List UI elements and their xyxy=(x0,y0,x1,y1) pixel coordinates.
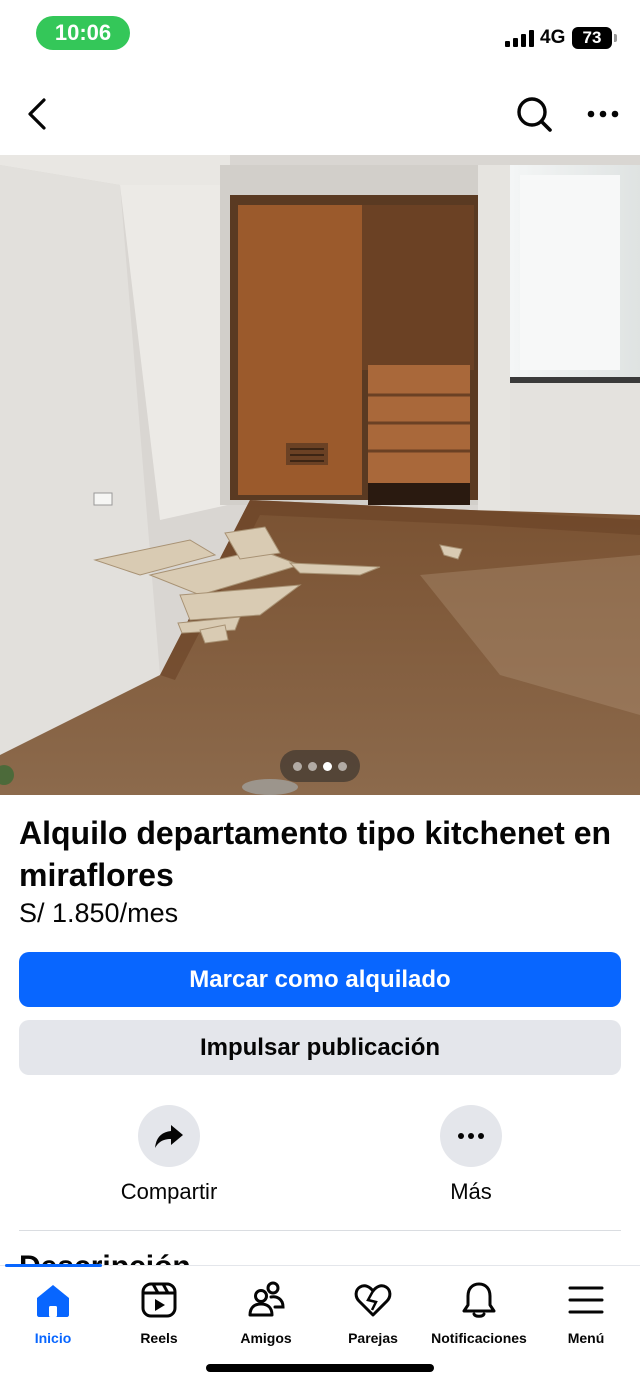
more-icon xyxy=(458,1133,484,1139)
share-button[interactable] xyxy=(138,1105,200,1167)
more-label: Más xyxy=(450,1179,492,1204)
tab-menu-label: Menú xyxy=(567,1330,605,1346)
more-button[interactable] xyxy=(440,1105,502,1167)
friends-icon xyxy=(248,1281,285,1317)
active-tab-indicator xyxy=(5,1264,102,1267)
boost-listing-button[interactable]: Impulsar publicación xyxy=(19,1020,621,1075)
battery-level: 73 xyxy=(582,28,602,47)
tab-dating[interactable]: Parejas xyxy=(320,1280,426,1346)
share-action[interactable]: Compartir xyxy=(89,1105,249,1205)
tab-dating-label: Parejas xyxy=(348,1330,398,1346)
share-icon xyxy=(155,1125,183,1148)
section-divider xyxy=(19,1230,621,1231)
home-indicator[interactable] xyxy=(206,1364,434,1372)
tab-menu[interactable]: Menú xyxy=(533,1280,639,1346)
share-label: Compartir xyxy=(120,1179,218,1204)
tab-notifications[interactable]: Notificaciones xyxy=(426,1280,532,1346)
pager-dot xyxy=(308,761,317,771)
photo-pager-dots[interactable] xyxy=(280,750,360,782)
mark-as-rented-button[interactable]: Marcar como alquilado xyxy=(19,952,621,1007)
menu-icon xyxy=(568,1286,604,1314)
tab-home[interactable]: Inicio xyxy=(0,1280,106,1346)
nav-bar xyxy=(0,80,640,150)
pager-dot xyxy=(338,761,347,771)
more-options-icon[interactable] xyxy=(584,100,622,128)
listing-title: Alquilo departamento tipo kitchenet en m… xyxy=(19,815,612,893)
status-time: 10:06 xyxy=(36,16,130,50)
tab-home-label: Inicio xyxy=(34,1330,72,1346)
bell-icon xyxy=(462,1282,496,1318)
tab-friends-label: Amigos xyxy=(240,1330,292,1346)
pager-dot-active xyxy=(323,761,332,771)
network-type: 4G xyxy=(540,27,566,48)
room-photo-illustration xyxy=(0,155,640,795)
battery-icon: 73 xyxy=(572,27,617,49)
tab-reels-label: Reels xyxy=(140,1330,178,1346)
pager-dot xyxy=(293,761,302,771)
tab-notifications-label: Notificaciones xyxy=(431,1330,527,1346)
dating-heart-icon xyxy=(354,1284,392,1317)
home-icon xyxy=(37,1285,69,1317)
cellular-signal-icon xyxy=(505,30,534,47)
tab-friends[interactable]: Amigos xyxy=(213,1280,319,1346)
tab-reels[interactable]: Reels xyxy=(106,1280,212,1346)
listing-photo[interactable] xyxy=(0,155,640,795)
status-bar: 10:06 4G 73 xyxy=(0,0,640,70)
reels-icon xyxy=(141,1282,177,1318)
listing-price: S/ 1.850/mes xyxy=(19,898,179,928)
more-action[interactable]: Más xyxy=(391,1105,551,1205)
search-icon[interactable] xyxy=(514,94,554,134)
back-arrow-icon[interactable] xyxy=(20,94,56,134)
